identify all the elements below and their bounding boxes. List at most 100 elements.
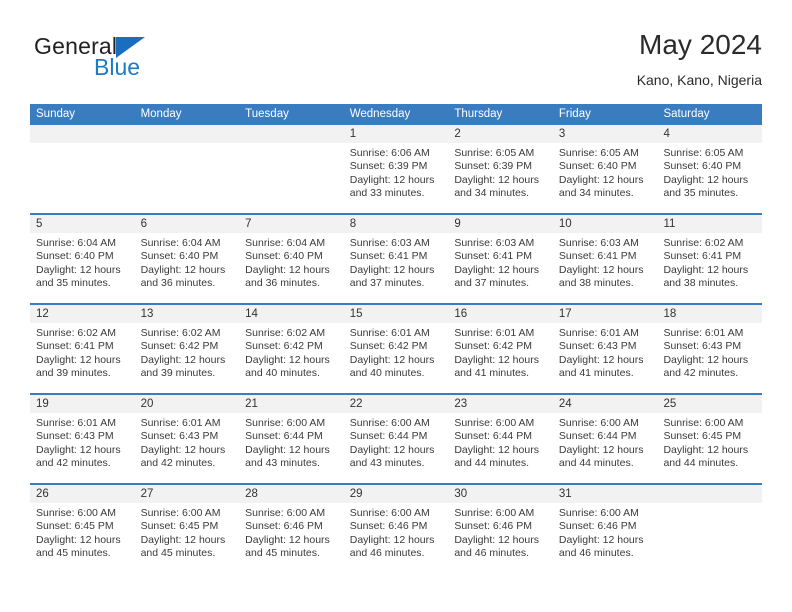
calendar-day-cell[interactable]: 19 Sunrise: 6:01 AM Sunset: 6:43 PM Dayligh…	[30, 395, 135, 483]
day-detail-line: Daylight: 12 hours	[349, 173, 435, 186]
calendar-day-cell[interactable]: 9 Sunrise: 6:03 AM Sunset: 6:41 PM Daylight…	[448, 215, 553, 303]
day-detail-line: Sunrise: 6:00 AM	[558, 507, 639, 519]
day-detail-line: Sunset: 6:39 PM	[349, 160, 428, 173]
day-detail-line: and 33 minutes.	[349, 187, 425, 200]
day-number: 4	[657, 125, 763, 143]
day-details	[239, 143, 344, 147]
calendar-day-cell[interactable]: 4 Sunrise: 6:05 AM Sunset: 6:40 PM Daylight…	[657, 125, 763, 213]
day-details: Sunrise: 6:03 AM Sunset: 6:41 PM Daylight:…	[448, 233, 553, 291]
calendar-day-cell[interactable]: 11 Sunrise: 6:02 AM Sunset: 6:41 PM Dayligh…	[657, 215, 763, 303]
day-detail-line: and 35 minutes.	[663, 187, 739, 200]
day-details: Sunrise: 6:00 AM Sunset: 6:44 PM Daylight:…	[448, 413, 553, 471]
calendar-day-cell[interactable]: 12 Sunrise: 6:02 AM Sunset: 6:41 PM Dayligh…	[30, 305, 135, 393]
day-detail-line: Sunset: 6:45 PM	[663, 430, 742, 443]
day-detail-line: Daylight: 12 hours	[36, 443, 121, 456]
day-detail-line: Sunset: 6:46 PM	[558, 520, 637, 533]
day-detail-line: Daylight: 12 hours	[36, 353, 121, 366]
weekday-header-wednesday: Wednesday	[349, 108, 411, 120]
day-details	[135, 143, 240, 147]
day-details: Sunrise: 6:00 AM Sunset: 6:46 PM Daylight:…	[344, 503, 449, 561]
day-detail-line: Daylight: 12 hours	[36, 263, 121, 276]
day-detail-line: Sunrise: 6:00 AM	[140, 507, 221, 519]
day-detail-line: Sunrise: 6:01 AM	[349, 327, 430, 339]
calendar-day-cell[interactable]: 7 Sunrise: 6:04 AM Sunset: 6:40 PM Daylight…	[239, 215, 344, 303]
day-number: 16	[448, 305, 553, 323]
calendar-day-cell[interactable]: 23 Sunrise: 6:00 AM Sunset: 6:44 PM Dayligh…	[448, 395, 553, 483]
day-detail-line: Sunset: 6:42 PM	[245, 340, 323, 353]
day-details: Sunrise: 6:03 AM Sunset: 6:41 PM Daylight:…	[344, 233, 449, 291]
day-number: 20	[134, 395, 240, 413]
calendar-day-cell[interactable]: 25 Sunrise: 6:00 AM Sunset: 6:45 PM Dayligh…	[657, 395, 763, 483]
calendar-day-cell[interactable]: 22 Sunrise: 6:00 AM Sunset: 6:44 PM Dayligh…	[343, 395, 449, 483]
page-title: May 2024	[639, 29, 762, 60]
calendar-day-cell[interactable]: 10 Sunrise: 6:03 AM Sunset: 6:41 PM Dayligh…	[552, 215, 658, 303]
day-detail-line: Sunrise: 6:05 AM	[558, 147, 639, 159]
day-detail-line: and 44 minutes.	[454, 457, 530, 470]
day-detail-line: and 44 minutes.	[663, 457, 739, 470]
day-detail-line: Sunrise: 6:01 AM	[663, 327, 744, 339]
day-details: Sunrise: 6:06 AM Sunset: 6:39 PM Daylight:…	[344, 143, 449, 201]
day-detail-line: and 46 minutes.	[454, 547, 530, 560]
day-detail-line: Sunset: 6:41 PM	[454, 250, 532, 263]
day-details: Sunrise: 6:01 AM Sunset: 6:42 PM Daylight:…	[448, 323, 553, 381]
calendar-day-cell[interactable]: 18 Sunrise: 6:01 AM Sunset: 6:43 PM Dayligh…	[657, 305, 763, 393]
weekday-header-row: Sunday Monday Tuesday Wednesday Thursday Frid…	[30, 104, 762, 125]
calendar-day-cell[interactable]: 26 Sunrise: 6:00 AM Sunset: 6:45 PM Dayligh…	[30, 485, 135, 573]
day-detail-line: Sunset: 6:44 PM	[454, 430, 532, 443]
brand-logo[interactable]: General Blue	[34, 34, 224, 90]
page-header: General Blue May 2024 Kano, Kano, Nigeri…	[30, 28, 762, 94]
day-detail-line: Daylight: 12 hours	[663, 443, 749, 456]
day-detail-line: Sunset: 6:40 PM	[36, 250, 114, 263]
calendar-day-cell[interactable]: 6 Sunrise: 6:04 AM Sunset: 6:40 PM Daylight…	[134, 215, 240, 303]
day-detail-line: Sunset: 6:40 PM	[140, 250, 219, 263]
day-detail-line: Sunrise: 6:04 AM	[36, 237, 116, 249]
day-detail-line: and 37 minutes.	[454, 277, 530, 290]
day-detail-line: Sunset: 6:46 PM	[245, 520, 323, 533]
title-block: May 2024 Kano, Kano, Nigeria	[637, 28, 762, 90]
day-detail-line: and 42 minutes.	[663, 367, 739, 380]
calendar-day-cell[interactable]: 29 Sunrise: 6:00 AM Sunset: 6:46 PM Dayligh…	[343, 485, 449, 573]
day-detail-line: Sunset: 6:44 PM	[349, 430, 428, 443]
day-detail-line: Daylight: 12 hours	[663, 173, 749, 186]
calendar-day-cell[interactable]: 24 Sunrise: 6:00 AM Sunset: 6:44 PM Dayligh…	[552, 395, 658, 483]
day-detail-line: and 39 minutes.	[36, 367, 111, 380]
calendar-day-cell[interactable]: 31 Sunrise: 6:00 AM Sunset: 6:46 PM Dayligh…	[552, 485, 658, 573]
calendar-day-cell[interactable]: 20 Sunrise: 6:01 AM Sunset: 6:43 PM Dayligh…	[134, 395, 240, 483]
calendar-day-cell[interactable]: 17 Sunrise: 6:01 AM Sunset: 6:43 PM Dayligh…	[552, 305, 658, 393]
day-detail-line: and 45 minutes.	[36, 547, 111, 560]
day-details: Sunrise: 6:05 AM Sunset: 6:40 PM Daylight:…	[657, 143, 762, 201]
day-details: Sunrise: 6:03 AM Sunset: 6:41 PM Daylight:…	[553, 233, 658, 291]
weekday-header-monday: Monday	[140, 108, 182, 120]
calendar-day-cell[interactable]: 28 Sunrise: 6:00 AM Sunset: 6:46 PM Dayligh…	[239, 485, 344, 573]
day-details: Sunrise: 6:00 AM Sunset: 6:45 PM Daylight:…	[30, 503, 135, 561]
calendar-day-cell[interactable]: 2 Sunrise: 6:05 AM Sunset: 6:39 PM Daylight…	[448, 125, 553, 213]
calendar-day-cell[interactable]: 8 Sunrise: 6:03 AM Sunset: 6:41 PM Daylight…	[343, 215, 449, 303]
calendar-day-cell[interactable]: 15 Sunrise: 6:01 AM Sunset: 6:42 PM Dayligh…	[343, 305, 449, 393]
calendar-day-cell[interactable]: 1 Sunrise: 6:06 AM Sunset: 6:39 PM Daylight…	[343, 125, 449, 213]
calendar-day-cell[interactable]: 3 Sunrise: 6:05 AM Sunset: 6:40 PM Daylight…	[552, 125, 658, 213]
day-detail-line: and 34 minutes.	[558, 187, 634, 200]
day-number	[30, 125, 135, 143]
day-detail-line: Sunset: 6:42 PM	[140, 340, 219, 353]
calendar-day-cell[interactable]: 27 Sunrise: 6:00 AM Sunset: 6:45 PM Dayligh…	[134, 485, 240, 573]
day-detail-line: Daylight: 12 hours	[558, 533, 644, 546]
day-details: Sunrise: 6:02 AM Sunset: 6:42 PM Daylight:…	[135, 323, 240, 381]
day-detail-line: Sunrise: 6:02 AM	[663, 237, 744, 249]
day-details	[30, 143, 135, 147]
calendar-day-cell[interactable]: 5 Sunrise: 6:04 AM Sunset: 6:40 PM Daylight…	[30, 215, 135, 303]
day-detail-line: Daylight: 12 hours	[140, 533, 226, 546]
day-detail-line: Daylight: 12 hours	[140, 353, 226, 366]
calendar-day-cell[interactable]: 30 Sunrise: 6:00 AM Sunset: 6:46 PM Dayligh…	[448, 485, 553, 573]
calendar-day-cell[interactable]: 16 Sunrise: 6:01 AM Sunset: 6:42 PM Dayligh…	[448, 305, 553, 393]
day-detail-line: Sunrise: 6:04 AM	[140, 237, 221, 249]
day-number: 29	[343, 485, 449, 503]
day-detail-line: Sunrise: 6:01 AM	[36, 417, 116, 429]
calendar-day-cell[interactable]: 14 Sunrise: 6:02 AM Sunset: 6:42 PM Dayligh…	[239, 305, 344, 393]
calendar-day-cell[interactable]: 13 Sunrise: 6:02 AM Sunset: 6:42 PM Dayligh…	[134, 305, 240, 393]
calendar-day-cell[interactable]: 21 Sunrise: 6:00 AM Sunset: 6:44 PM Dayligh…	[239, 395, 344, 483]
day-detail-line: Sunset: 6:44 PM	[558, 430, 637, 443]
calendar-day-empty	[134, 125, 240, 213]
day-detail-line: Sunrise: 6:02 AM	[36, 327, 116, 339]
day-detail-line: Daylight: 12 hours	[349, 533, 435, 546]
day-detail-line: Daylight: 12 hours	[558, 263, 644, 276]
